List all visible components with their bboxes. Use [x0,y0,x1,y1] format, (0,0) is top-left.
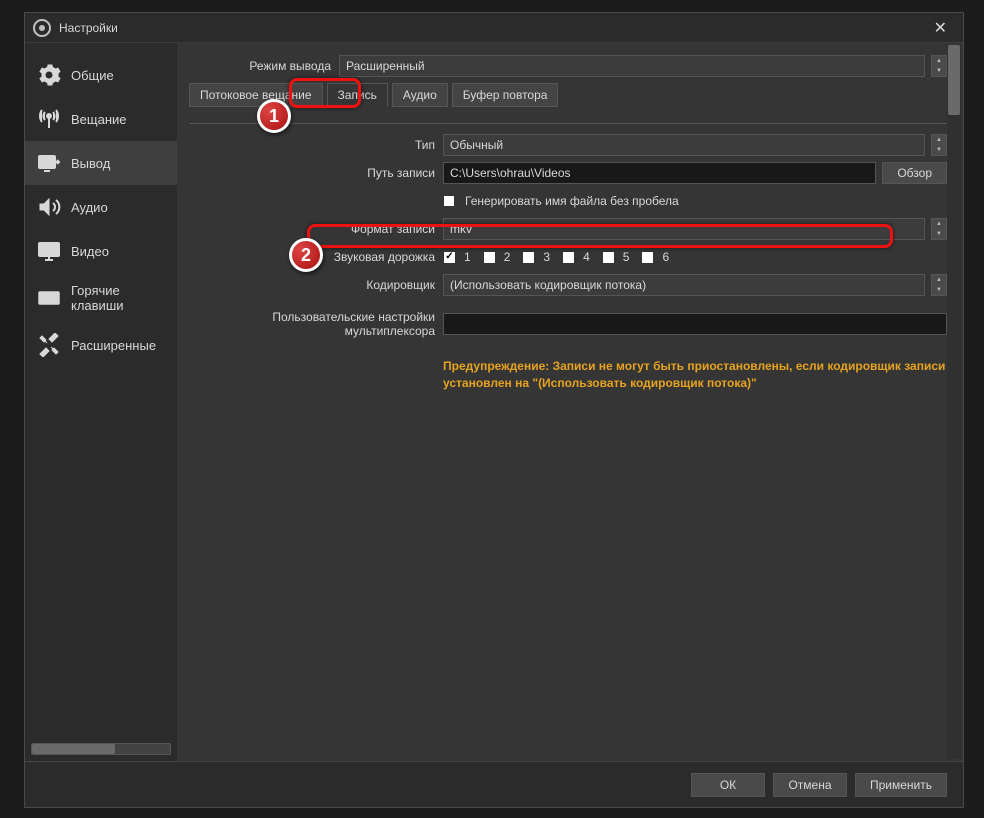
sidebar-item-label: Аудио [71,200,108,215]
sidebar-item-label: Расширенные [71,338,156,353]
sidebar-item-video[interactable]: Видео [25,229,177,273]
rec-format-spinner[interactable]: ▲▼ [931,218,947,240]
monitor-icon [37,239,61,263]
audio-tracks: 1 2 3 4 5 6 [443,250,669,264]
rec-format-label: Формат записи [189,222,443,236]
subtabs: Потоковое вещание Запись Аудио Буфер пов… [189,83,947,107]
sidebar-item-advanced[interactable]: Расширенные [25,323,177,367]
sidebar: Общие Вещание Вывод Аудио Видео Горячие … [25,43,177,761]
footer: ОК Отмена Применить [25,761,963,807]
rec-format-select[interactable]: mkv [443,218,925,240]
encoder-spinner[interactable]: ▲▼ [931,274,947,296]
output-mode-row: Режим вывода Расширенный ▲▼ [189,55,947,77]
gen-name-row: Генерировать имя файла без пробела [189,190,947,212]
titlebar: Настройки ✕ [25,13,963,43]
content-panel: Режим вывода Расширенный ▲▼ Потоковое ве… [177,43,963,761]
sidebar-item-hotkeys[interactable]: Горячие клавиши [25,273,177,323]
rec-format-row: Формат записи mkv ▲▼ [189,218,947,240]
sidebar-item-label: Вещание [71,112,127,127]
track-4-checkbox[interactable] [562,251,575,264]
track-5-checkbox[interactable] [602,251,615,264]
gen-name-checkbox[interactable] [443,195,455,207]
antenna-icon [37,107,61,131]
type-row: Тип Обычный ▲▼ [189,134,947,156]
ok-button[interactable]: ОК [691,773,765,797]
gear-icon [37,63,61,87]
content-scrollbar[interactable] [947,45,961,759]
encoder-label: Кодировщик [189,278,443,292]
window-title: Настройки [59,21,118,35]
track-6-checkbox[interactable] [641,251,654,264]
sidebar-item-label: Вывод [71,156,110,171]
warning-text: Предупреждение: Записи не могут быть при… [443,358,947,393]
rec-path-row: Путь записи C:\Users\ohrau\Videos Обзор [189,162,947,184]
type-label: Тип [189,138,443,152]
sidebar-item-general[interactable]: Общие [25,53,177,97]
apply-button[interactable]: Применить [855,773,947,797]
output-mode-label: Режим вывода [189,59,339,73]
encoder-select[interactable]: (Использовать кодировщик потока) [443,274,925,296]
sidebar-item-stream[interactable]: Вещание [25,97,177,141]
mux-label: Пользовательские настройки мультиплексор… [189,310,443,338]
sidebar-item-label: Общие [71,68,114,83]
sidebar-item-label: Видео [71,244,109,259]
output-mode-spinner[interactable]: ▲▼ [931,55,947,77]
keyboard-icon [37,286,61,310]
track-1-checkbox[interactable] [443,251,456,264]
rec-path-input[interactable]: C:\Users\ohrau\Videos [443,162,876,184]
tab-streaming[interactable]: Потоковое вещание [189,83,323,107]
audio-track-row: Звуковая дорожка 1 2 3 4 5 6 [189,246,947,268]
rec-path-label: Путь записи [189,166,443,180]
track-2-checkbox[interactable] [483,251,496,264]
type-select[interactable]: Обычный [443,134,925,156]
tab-replay-buffer[interactable]: Буфер повтора [452,83,559,107]
speaker-icon [37,195,61,219]
sidebar-item-audio[interactable]: Аудио [25,185,177,229]
mux-input[interactable] [443,313,947,335]
settings-window: Настройки ✕ Общие Вещание Вывод Аудио [24,12,964,808]
output-icon [37,151,61,175]
window-body: Общие Вещание Вывод Аудио Видео Горячие … [25,43,963,761]
cancel-button[interactable]: Отмена [773,773,847,797]
type-spinner[interactable]: ▲▼ [931,134,947,156]
obs-icon [33,19,51,37]
mux-row: Пользовательские настройки мультиплексор… [189,310,947,338]
output-mode-select[interactable]: Расширенный [339,55,925,77]
sidebar-item-output[interactable]: Вывод [25,141,177,185]
audio-track-label: Звуковая дорожка [189,250,443,264]
tab-recording[interactable]: Запись [327,83,388,107]
track-3-checkbox[interactable] [522,251,535,264]
divider [189,123,947,124]
gen-name-label: Генерировать имя файла без пробела [465,194,679,208]
close-button[interactable]: ✕ [926,14,955,42]
tab-audio[interactable]: Аудио [392,83,448,107]
sidebar-scrollbar[interactable] [31,743,171,755]
tools-icon [37,333,61,357]
sidebar-item-label: Горячие клавиши [71,283,165,313]
encoder-row: Кодировщик (Использовать кодировщик пото… [189,274,947,296]
browse-button[interactable]: Обзор [882,162,947,184]
